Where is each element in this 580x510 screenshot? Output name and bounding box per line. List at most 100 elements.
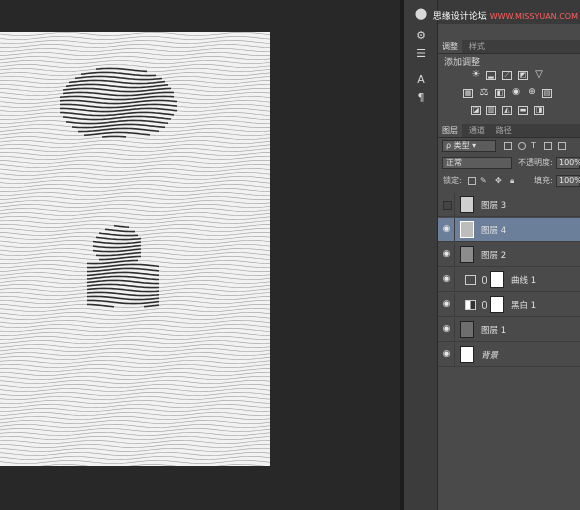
engraving-line [0, 216, 270, 220]
engraving-shade [101, 135, 127, 138]
tab-channels[interactable]: 通道 [465, 124, 489, 137]
paragraph-icon[interactable]: ¶ [412, 90, 430, 106]
engraving-line [0, 360, 270, 364]
tab-paths[interactable]: 路径 [492, 124, 516, 137]
gradient-map-icon[interactable]: ▬ [518, 106, 528, 115]
layer-row-background[interactable]: ◉ 背景 [438, 343, 580, 367]
engraving-shade [62, 91, 175, 97]
layer-name[interactable]: 曲线 1 [511, 274, 536, 286]
layer-name[interactable]: 图层 2 [481, 249, 506, 261]
tab-adjustments[interactable]: 调整 [438, 40, 462, 53]
threshold-icon[interactable]: ◭ [502, 106, 512, 115]
engraving-line [0, 420, 270, 424]
brightness-icon[interactable]: ☀ [471, 70, 481, 80]
lock-paint-icon[interactable]: ✎ [480, 175, 487, 187]
layer-row-black-white[interactable]: ◉ 黑白 1 [438, 293, 580, 317]
lock-all-icon[interactable]: 🔒︎ [510, 175, 514, 187]
black-white-icon[interactable]: ◧ [495, 89, 505, 98]
engraving-shade [86, 283, 160, 289]
engraving-line [0, 332, 270, 336]
engraving-line [0, 304, 270, 308]
eye-icon[interactable]: ◉ [441, 250, 452, 259]
engraving-line [0, 180, 270, 184]
eye-icon[interactable]: ◉ [441, 300, 452, 309]
blend-mode-dropdown[interactable]: 正常 [442, 157, 512, 169]
color-balance-icon[interactable]: ⚖ [479, 88, 489, 98]
opacity-field[interactable]: 100% [556, 157, 580, 169]
smart-object-filter-icon[interactable] [558, 142, 566, 150]
levels-icon[interactable]: ▂ [486, 71, 496, 80]
eye-icon[interactable]: ◉ [441, 275, 452, 284]
fill-field[interactable]: 100% [556, 175, 580, 187]
layer-mask-thumbnail[interactable] [490, 296, 504, 313]
eye-icon[interactable]: ◉ [441, 325, 452, 334]
layer-name[interactable]: 图层 1 [481, 324, 506, 336]
vibrance-icon[interactable]: ▽ [534, 70, 544, 80]
photo-filter-icon[interactable]: ◉ [511, 88, 521, 98]
layer-row-3[interactable]: 图层 3 [438, 193, 580, 217]
eye-icon[interactable]: ◉ [441, 225, 452, 234]
black-white-adjustment-icon [465, 300, 476, 310]
engraving-line [0, 140, 270, 144]
tab-layers[interactable]: 图层 [438, 124, 462, 137]
engraving-line [0, 432, 270, 436]
lock-position-icon[interactable]: ✥ [495, 175, 502, 187]
engraving-line [0, 336, 270, 340]
history-icon[interactable]: ⬤ [412, 6, 430, 22]
engraving-shade [104, 228, 135, 233]
eye-icon[interactable]: ◉ [441, 350, 452, 359]
engraving-line [0, 448, 270, 452]
lock-transparent-icon[interactable] [468, 177, 476, 185]
layer-name[interactable]: 图层 3 [481, 199, 506, 211]
link-icon[interactable] [482, 276, 487, 284]
selective-color-icon[interactable]: ◨ [534, 106, 544, 115]
engraving-shade [86, 279, 159, 285]
engraving-line [0, 56, 270, 60]
shape-filter-icon[interactable] [544, 142, 552, 150]
curves-icon[interactable]: ⟋ [502, 71, 512, 80]
link-icon[interactable] [482, 301, 487, 309]
document-canvas[interactable] [0, 0, 400, 510]
color-lookup-icon[interactable]: ▤ [542, 89, 552, 98]
visibility-off-icon[interactable] [443, 201, 452, 210]
layer-name[interactable]: 黑白 1 [511, 299, 536, 311]
layer-row-1[interactable]: ◉ 图层 1 [438, 318, 580, 342]
engraving-line [0, 192, 270, 196]
layer-mask-thumbnail[interactable] [490, 271, 504, 288]
engraving-line [0, 380, 270, 384]
exposure-icon[interactable]: ◩ [518, 71, 528, 80]
engraving-line [0, 328, 270, 332]
engraving-line [0, 324, 270, 328]
engraving-shade [86, 291, 160, 297]
layer-name[interactable]: 背景 [481, 349, 498, 361]
layer-thumbnail [460, 321, 474, 338]
brush-presets-icon[interactable]: ⚙ [412, 28, 430, 44]
engraving-line [0, 408, 270, 412]
curves-adjustment-icon [465, 275, 476, 285]
engraving-line [0, 312, 270, 316]
character-icon[interactable]: A [412, 72, 430, 88]
engraving-shade [59, 103, 178, 109]
invert-icon[interactable]: ◪ [471, 106, 481, 115]
layer-row-curves[interactable]: ◉ 曲线 1 [438, 268, 580, 292]
hue-saturation-icon[interactable]: ▦ [463, 89, 473, 98]
engraving-shade [68, 79, 166, 85]
tab-styles[interactable]: 样式 [465, 40, 489, 53]
layer-row-2[interactable]: ◉ 图层 2 [438, 243, 580, 267]
engraving-line [0, 160, 270, 164]
adjustment-filter-icon[interactable] [518, 142, 526, 150]
channel-mixer-icon[interactable]: ⊕ [527, 88, 537, 98]
layer-name[interactable]: 图层 4 [481, 224, 506, 236]
layer-row-4[interactable]: ◉ 图层 4 [438, 218, 580, 242]
layers-empty-area [438, 372, 580, 510]
divider [454, 343, 455, 367]
pixel-filter-icon[interactable] [504, 142, 512, 150]
tool-options-icon[interactable]: ☰ [412, 46, 430, 62]
blend-mode-value: 正常 [446, 158, 462, 167]
posterize-icon[interactable]: ▥ [486, 106, 496, 115]
engraving-line [0, 156, 270, 160]
type-filter-icon[interactable]: T [531, 140, 536, 152]
engraving-line [0, 412, 270, 416]
filter-kind-dropdown[interactable]: ρ 类型 ▾ [442, 140, 496, 152]
engraving-shade [65, 83, 169, 89]
